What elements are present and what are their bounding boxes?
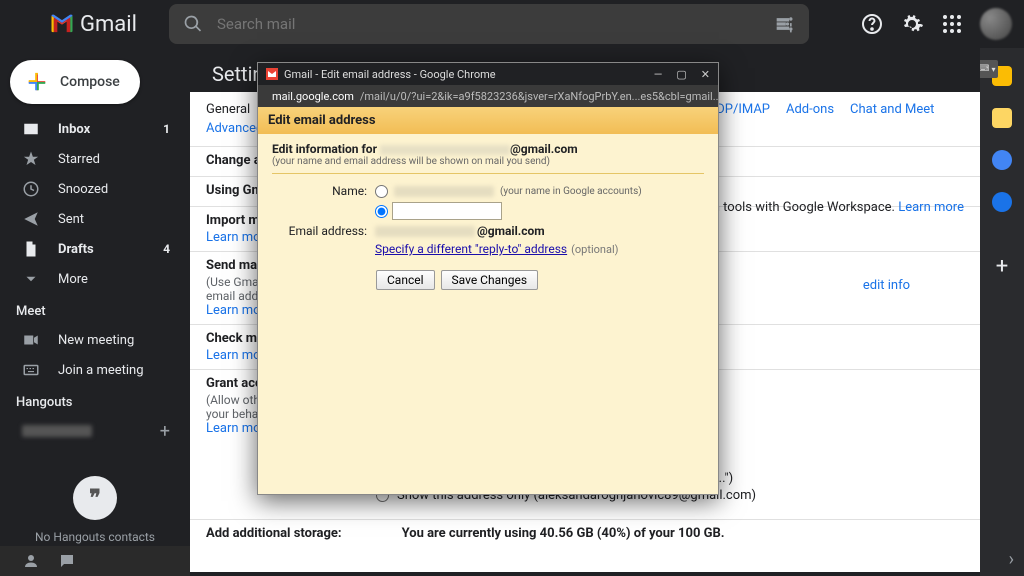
save-button[interactable]: Save Changes: [441, 270, 539, 290]
search-icon: [183, 14, 203, 34]
reply-to-row: Specify a different "reply-to" address (…: [375, 242, 704, 256]
sidebar: Compose Inbox1 Starred Snoozed Sent Draf…: [0, 48, 190, 576]
gmail-logo[interactable]: Gmail: [48, 10, 137, 38]
window-minimize-icon[interactable]: —: [654, 68, 663, 81]
sidebar-footer: [0, 546, 190, 576]
add-app-icon[interactable]: +: [996, 254, 1008, 279]
window-close-icon[interactable]: ✕: [701, 68, 710, 81]
send-icon: [22, 210, 40, 228]
compose-label: Compose: [60, 74, 120, 90]
product-name: Gmail: [80, 12, 137, 37]
edit-hint: (your name and email address will be sho…: [272, 156, 704, 167]
inbox-icon: [22, 120, 40, 138]
sidebar-item-inbox[interactable]: Inbox1: [0, 114, 190, 144]
side-panel: +: [980, 48, 1024, 576]
account-avatar[interactable]: [980, 8, 1012, 40]
window-maximize-icon[interactable]: ▢: [676, 68, 686, 81]
chevron-down-icon: [22, 270, 40, 288]
hangouts-icon: ❞: [73, 476, 117, 520]
hangouts-self[interactable]: +: [0, 416, 190, 446]
search-input[interactable]: [217, 15, 761, 33]
setting-storage: Add additional storage: You are currentl…: [190, 519, 980, 549]
star-icon: [22, 150, 40, 168]
search-bar[interactable]: [169, 4, 809, 44]
search-options-icon[interactable]: [775, 14, 795, 34]
cancel-button[interactable]: Cancel: [376, 270, 435, 290]
file-icon: [22, 240, 40, 258]
sidebar-item-sent[interactable]: Sent: [0, 204, 190, 234]
sidebar-item-more[interactable]: More: [0, 264, 190, 294]
join-meeting[interactable]: Join a meeting: [0, 355, 190, 385]
tasks-app-icon[interactable]: [992, 150, 1012, 170]
new-meeting[interactable]: New meeting: [0, 325, 190, 355]
sidebar-item-starred[interactable]: Starred: [0, 144, 190, 174]
apps-icon[interactable]: [940, 12, 964, 36]
sidebar-item-snoozed[interactable]: Snoozed: [0, 174, 190, 204]
email-row: Email address: @gmail.com: [272, 224, 704, 238]
camera-icon: [22, 331, 40, 349]
popup-body: Edit information for @gmail.com (your na…: [258, 134, 718, 494]
edit-email-popup: Gmail - Edit email address - Google Chro…: [257, 62, 719, 495]
tab-addons[interactable]: Add-ons: [786, 102, 834, 117]
edit-info-link[interactable]: edit info: [863, 278, 910, 293]
app-header: Gmail: [0, 0, 1024, 48]
keep-app-icon[interactable]: [992, 108, 1012, 128]
popup-address-bar[interactable]: mail.google.com/mail/u/0/?ui=2&ik=a9f582…: [258, 85, 718, 107]
edit-info-for: Edit information for @gmail.com: [272, 142, 704, 156]
meet-header: Meet: [0, 294, 190, 325]
plus-icon: [26, 71, 48, 93]
header-actions: [860, 8, 1012, 40]
menu-icon[interactable]: [12, 12, 36, 36]
name-radio-google[interactable]: [375, 185, 388, 198]
name-input[interactable]: [392, 202, 502, 220]
name-custom-row: [375, 202, 704, 220]
collapse-panel-icon[interactable]: ›: [1009, 549, 1014, 570]
reply-to-link[interactable]: Specify a different "reply-to" address: [375, 242, 567, 256]
gear-icon[interactable]: [900, 12, 924, 36]
hangouts-header: Hangouts: [0, 385, 190, 416]
help-icon[interactable]: [860, 12, 884, 36]
gmail-favicon: [266, 68, 278, 80]
tab-chat-meet[interactable]: Chat and Meet: [850, 102, 934, 117]
popup-heading: Edit email address: [258, 107, 718, 134]
person-icon[interactable]: [22, 552, 40, 570]
popup-titlebar[interactable]: Gmail - Edit email address - Google Chro…: [258, 63, 718, 85]
contacts-app-icon[interactable]: [992, 192, 1012, 212]
popup-buttons: Cancel Save Changes: [376, 270, 704, 290]
name-radio-custom[interactable]: [375, 205, 388, 218]
learn-more-link[interactable]: Learn more: [898, 200, 964, 215]
tab-advanced[interactable]: Advanced: [206, 121, 263, 136]
compose-button[interactable]: Compose: [10, 60, 140, 104]
keyboard-icon: [22, 361, 40, 379]
sidebar-item-drafts[interactable]: Drafts4: [0, 234, 190, 264]
chat-bubble-icon[interactable]: [58, 552, 76, 570]
tab-general[interactable]: General: [206, 102, 250, 117]
tab-pop-imap[interactable]: DP/IMAP: [716, 102, 770, 117]
clock-icon: [22, 180, 40, 198]
name-row: Name: (your name in Google accounts): [272, 184, 704, 198]
